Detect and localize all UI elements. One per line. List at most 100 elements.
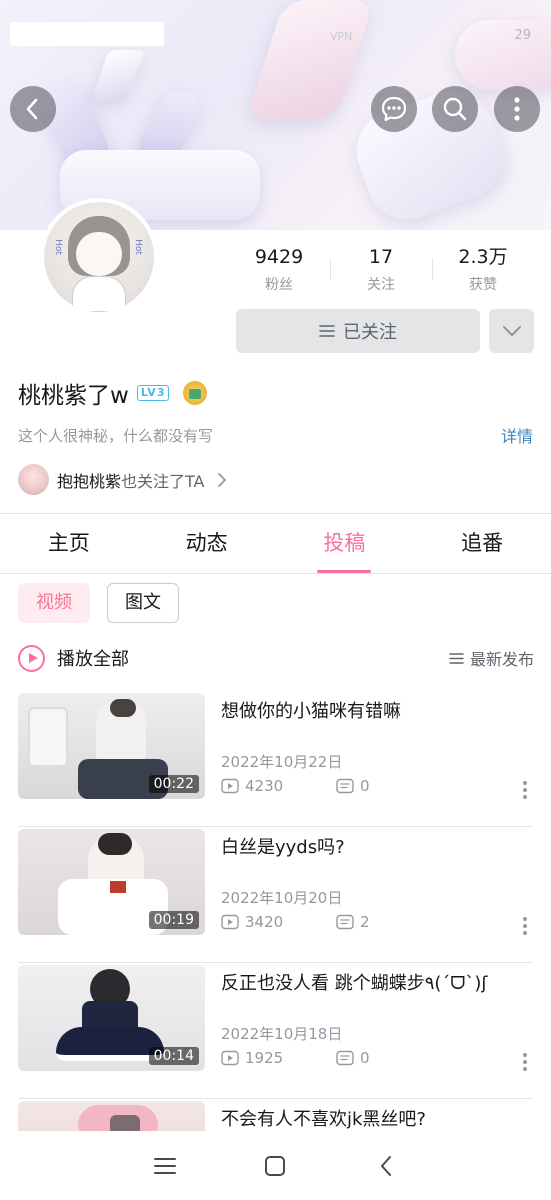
menu-lines-icon: [319, 325, 335, 337]
video-item[interactable]: 00:14 反正也没人看 跳个蝴蝶步٩(ˊᗜˋ)ʃ 2022年10月18日 19…: [0, 963, 551, 1099]
profile-banner: VPN 29: [0, 0, 551, 230]
play-count: 1925: [245, 1049, 284, 1067]
avatar-image: Hot Hot: [44, 202, 154, 312]
play-count: 3420: [245, 913, 284, 931]
back-button[interactable]: [10, 86, 56, 132]
video-title: 想做你的小猫咪有错嘛: [221, 701, 401, 722]
video-duration: 00:22: [148, 775, 199, 793]
medal-icon[interactable]: [183, 381, 208, 405]
stat-label: 关注: [367, 277, 395, 293]
video-item[interactable]: 00:22 想做你的小猫咪有错嘛 2022年10月22日 4230 0: [0, 691, 551, 827]
chip-video[interactable]: 视频: [18, 583, 90, 623]
banner-decoration: [245, 0, 375, 120]
play-count-icon: [221, 1050, 239, 1066]
comment-count-icon: [336, 1050, 354, 1066]
video-thumbnail[interactable]: 00:19: [18, 829, 205, 935]
video-item[interactable]: 00:19 白丝是yyds吗? 2022年10月20日 3420 2: [0, 827, 551, 963]
sort-label: 最新发布: [469, 650, 534, 669]
user-name-row: 桃桃紫了w LV3: [18, 376, 208, 410]
video-list: 00:22 想做你的小猫咪有错嘛 2022年10月22日 4230 0 00:1…: [0, 691, 551, 1131]
mutual-follow-row[interactable]: 抱抱桃紫 也关注了TA: [18, 464, 227, 495]
video-thumbnail[interactable]: 00:14: [18, 965, 205, 1071]
stat-following[interactable]: 17 关注: [330, 244, 432, 298]
banner-decoration: [455, 20, 551, 90]
chat-bubble-icon: [381, 96, 407, 122]
home-button[interactable]: [255, 1146, 295, 1186]
tab-home[interactable]: 主页: [0, 514, 138, 573]
back-arrow-icon: [380, 1155, 391, 1176]
level-badge: LV3: [136, 385, 170, 401]
menu-icon: [154, 1157, 177, 1174]
sort-button[interactable]: 最新发布: [449, 646, 534, 670]
more-options-button[interactable]: [494, 86, 540, 132]
stat-value: 17: [368, 246, 394, 268]
comment-count: 0: [360, 777, 370, 795]
avatar-tag: Hot: [132, 239, 143, 255]
search-button[interactable]: [432, 86, 478, 132]
system-navigation-bar: [0, 1131, 551, 1200]
chevron-down-icon: [502, 326, 521, 336]
video-date: 2022年10月22日: [221, 753, 343, 771]
video-duration: 00:19: [148, 911, 199, 929]
user-name: 桃桃紫了w: [18, 383, 129, 409]
stat-value: 2.3万: [458, 246, 508, 268]
banner-decoration: [345, 79, 515, 230]
home-square-icon: [265, 1155, 286, 1176]
more-vertical-icon: [514, 97, 520, 121]
video-thumbnail[interactable]: [18, 1101, 205, 1131]
video-more-icon[interactable]: [523, 917, 529, 938]
video-title: 反正也没人看 跳个蝴蝶步٩(ˊᗜˋ)ʃ: [221, 973, 488, 994]
stat-value: 9429: [254, 246, 304, 268]
chevron-right-icon: [217, 472, 226, 487]
battery-level: 29: [514, 28, 531, 43]
avatar-tag: Hot: [52, 239, 63, 255]
mutual-follow-text: 也关注了TA: [121, 471, 205, 491]
profile-tabs: 主页 动态 投稿 追番: [0, 514, 551, 574]
video-meta: 3420 2: [221, 913, 370, 931]
user-signature: 这个人很神秘，什么都没有写: [18, 427, 214, 445]
stat-likes[interactable]: 2.3万 获赞: [432, 244, 534, 298]
play-count-icon: [221, 778, 239, 794]
video-date: 2022年10月18日: [221, 1025, 343, 1043]
tab-bangumi[interactable]: 追番: [413, 514, 551, 573]
message-button[interactable]: [371, 86, 417, 132]
recent-apps-button[interactable]: [145, 1146, 185, 1186]
stat-followers[interactable]: 9429 粉丝: [228, 244, 330, 298]
video-thumbnail[interactable]: 00:22: [18, 693, 205, 799]
system-back-button[interactable]: [366, 1146, 406, 1186]
status-bar-redacted: [10, 22, 164, 46]
vpn-indicator: VPN: [330, 30, 353, 43]
play-count-icon: [221, 914, 239, 930]
followed-label: 已关注: [343, 322, 397, 343]
content-type-filter: 视频 图文: [18, 583, 179, 623]
play-circle-icon[interactable]: [18, 644, 45, 672]
followed-button[interactable]: 已关注: [236, 309, 480, 353]
comment-count: 2: [360, 913, 370, 931]
chip-article[interactable]: 图文: [107, 583, 179, 623]
avatar[interactable]: Hot Hot: [40, 198, 158, 316]
banner-decoration: [90, 50, 146, 100]
stat-label: 粉丝: [265, 277, 293, 293]
video-title: 白丝是yyds吗?: [221, 837, 345, 858]
stat-label: 获赞: [469, 277, 497, 293]
video-date: 2022年10月20日: [221, 889, 343, 907]
comment-count: 0: [360, 1049, 370, 1067]
video-item[interactable]: 不会有人不喜欢jk黑丝吧?: [0, 1099, 551, 1131]
mutual-avatar: [18, 464, 49, 495]
detail-link[interactable]: 详情: [501, 423, 533, 447]
recommend-dropdown-button[interactable]: [489, 309, 534, 353]
tab-uploads[interactable]: 投稿: [276, 514, 414, 573]
comment-count-icon: [336, 778, 354, 794]
video-title: 不会有人不喜欢jk黑丝吧?: [221, 1109, 426, 1130]
video-meta: 4230 0: [221, 777, 370, 795]
video-more-icon[interactable]: [523, 1053, 529, 1074]
play-count: 4230: [245, 777, 284, 795]
play-all-button[interactable]: 播放全部: [57, 645, 129, 671]
chevron-left-icon: [26, 98, 38, 120]
video-meta: 1925 0: [221, 1049, 370, 1067]
video-duration: 00:14: [148, 1047, 199, 1065]
tab-dynamics[interactable]: 动态: [138, 514, 276, 573]
mutual-user-name: 抱抱桃紫: [57, 471, 122, 491]
video-more-icon[interactable]: [523, 781, 529, 802]
search-icon: [443, 97, 467, 121]
